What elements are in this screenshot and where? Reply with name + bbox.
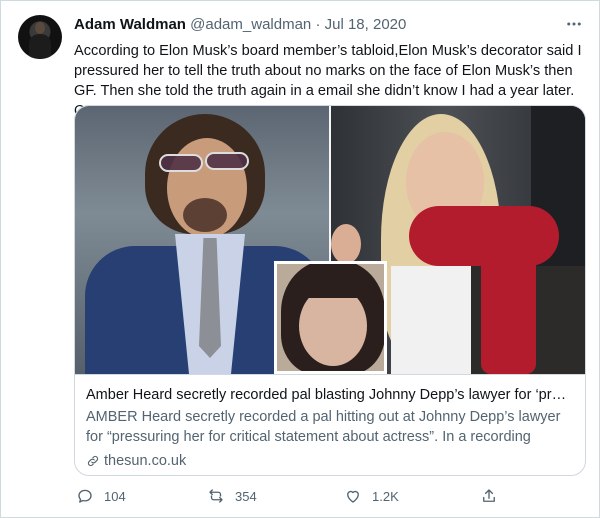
- card-photo-inset-woman: [274, 261, 387, 374]
- card-description: AMBER Heard secretly recorded a pal hitt…: [86, 409, 561, 445]
- reply-count: 104: [104, 488, 126, 504]
- like-button[interactable]: 1.2K: [344, 485, 399, 507]
- author-handle[interactable]: @adam_waldman: [190, 16, 311, 33]
- retweet-icon: [209, 489, 223, 503]
- share-button[interactable]: [480, 485, 498, 507]
- avatar-figure-head: [35, 22, 45, 34]
- card-body[interactable]: Amber Heard secretly recorded pal blasti…: [75, 374, 585, 475]
- avatar-figure-body: [29, 34, 51, 59]
- retweet-button[interactable]: 354: [207, 485, 257, 507]
- header-separator: ·: [315, 16, 321, 33]
- reply-icon: [78, 489, 92, 503]
- card-domain[interactable]: thesun.co.uk: [86, 451, 574, 471]
- like-count: 1.2K: [372, 488, 399, 504]
- heart-icon: [347, 490, 359, 503]
- card-media[interactable]: [75, 106, 585, 374]
- link-icon: [87, 455, 99, 467]
- tweet-header: Adam Waldman @adam_waldman · Jul 18, 202…: [74, 16, 406, 36]
- avatar[interactable]: [18, 15, 62, 59]
- retweet-count: 354: [235, 488, 257, 504]
- author-name[interactable]: Adam Waldman: [74, 16, 186, 33]
- more-horizontal-icon[interactable]: [563, 13, 585, 35]
- card-title[interactable]: Amber Heard secretly recorded pal blasti…: [86, 385, 574, 405]
- share-icon: [483, 489, 495, 502]
- tweet-actions: 104 354 1.2K: [74, 485, 514, 507]
- reply-button[interactable]: 104: [76, 485, 126, 507]
- card-domain-text: thesun.co.uk: [104, 453, 187, 469]
- link-card[interactable]: Amber Heard secretly recorded pal blasti…: [74, 105, 586, 476]
- tweet-container: Adam Waldman @adam_waldman · Jul 18, 202…: [0, 0, 600, 518]
- tweet-date[interactable]: Jul 18, 2020: [325, 16, 407, 33]
